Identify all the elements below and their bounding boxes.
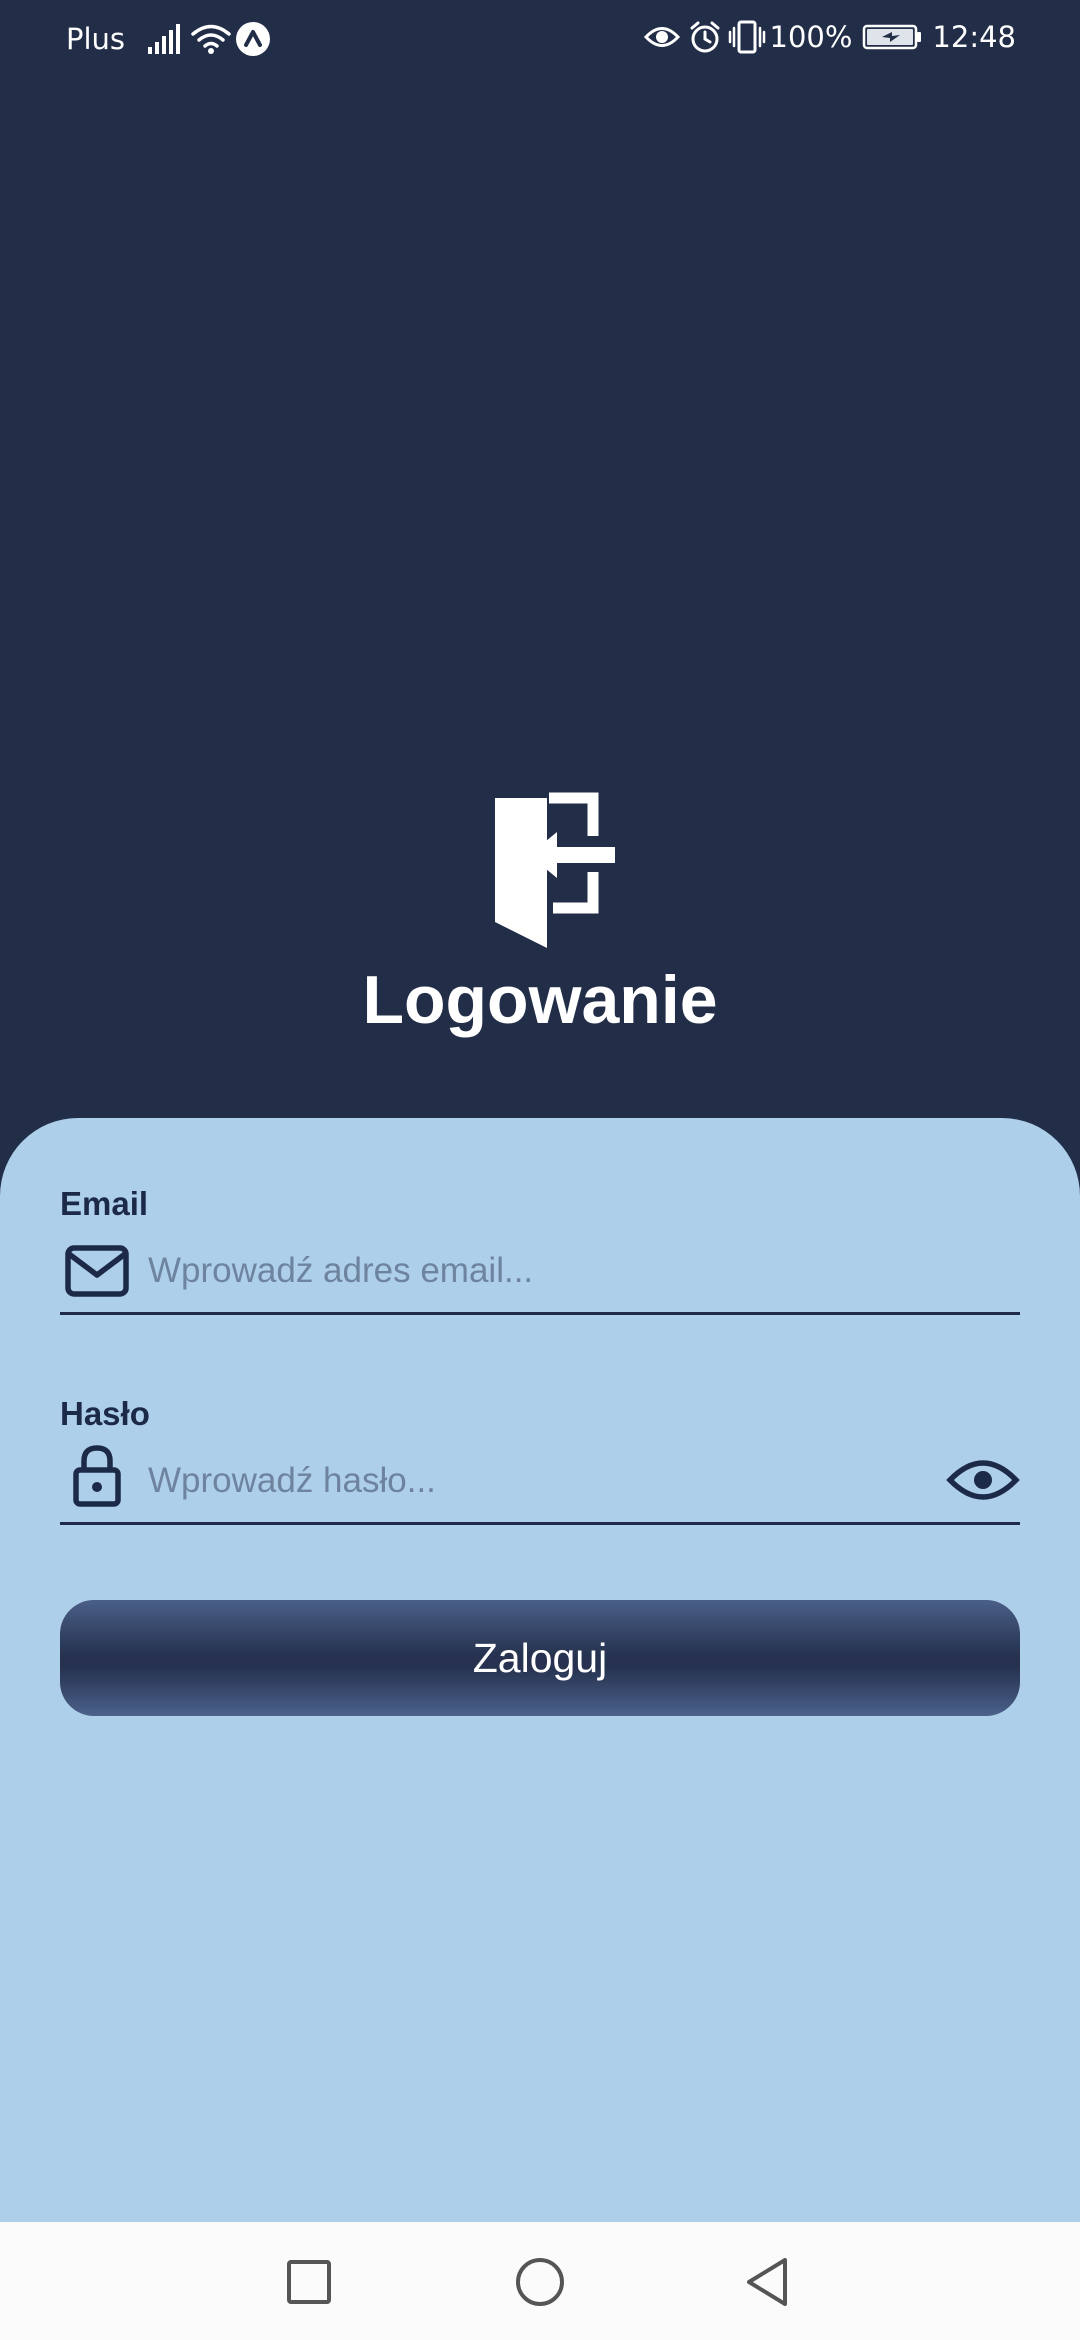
- password-field-group: Hasło: [60, 1394, 1020, 1525]
- status-bar: Plus 100% 12:48: [0, 0, 1080, 76]
- status-right: 100% 12:48: [643, 17, 1016, 57]
- back-icon[interactable]: [741, 2252, 801, 2312]
- email-label: Email: [60, 1185, 149, 1222]
- signal-icon: [148, 24, 181, 54]
- header: Logowanie: [0, 780, 1080, 1040]
- home-icon[interactable]: [510, 2252, 570, 2312]
- clock: 12:48: [932, 20, 1016, 54]
- email-field-row: [60, 1230, 1020, 1315]
- eye-icon[interactable]: [946, 1452, 1020, 1508]
- recent-apps-icon[interactable]: [279, 2252, 339, 2312]
- eye-comfort-icon: [643, 27, 680, 47]
- battery-icon: [863, 24, 922, 50]
- navigation-bar: [0, 2222, 1080, 2340]
- carrier-name: Plus: [66, 22, 126, 56]
- battery-percent: 100%: [769, 20, 853, 54]
- login-form-card: Email Hasło Zaloguj: [0, 1118, 1080, 2222]
- password-input[interactable]: [148, 1440, 908, 1522]
- login-button[interactable]: Zaloguj: [60, 1600, 1020, 1716]
- alarm-icon: [690, 21, 719, 53]
- email-input[interactable]: [148, 1230, 908, 1312]
- page-title: Logowanie: [362, 962, 718, 1038]
- vibrate-icon: [728, 20, 765, 54]
- data-saver-icon: [236, 22, 271, 56]
- wifi-icon: [191, 24, 231, 54]
- email-field-group: Email: [60, 1184, 1020, 1315]
- lock-icon: [73, 1445, 121, 1507]
- status-left: Plus: [66, 19, 271, 59]
- password-field-row: [60, 1440, 1020, 1525]
- login-door-icon: [495, 792, 615, 948]
- password-label: Hasło: [60, 1395, 150, 1432]
- mail-icon: [65, 1245, 129, 1297]
